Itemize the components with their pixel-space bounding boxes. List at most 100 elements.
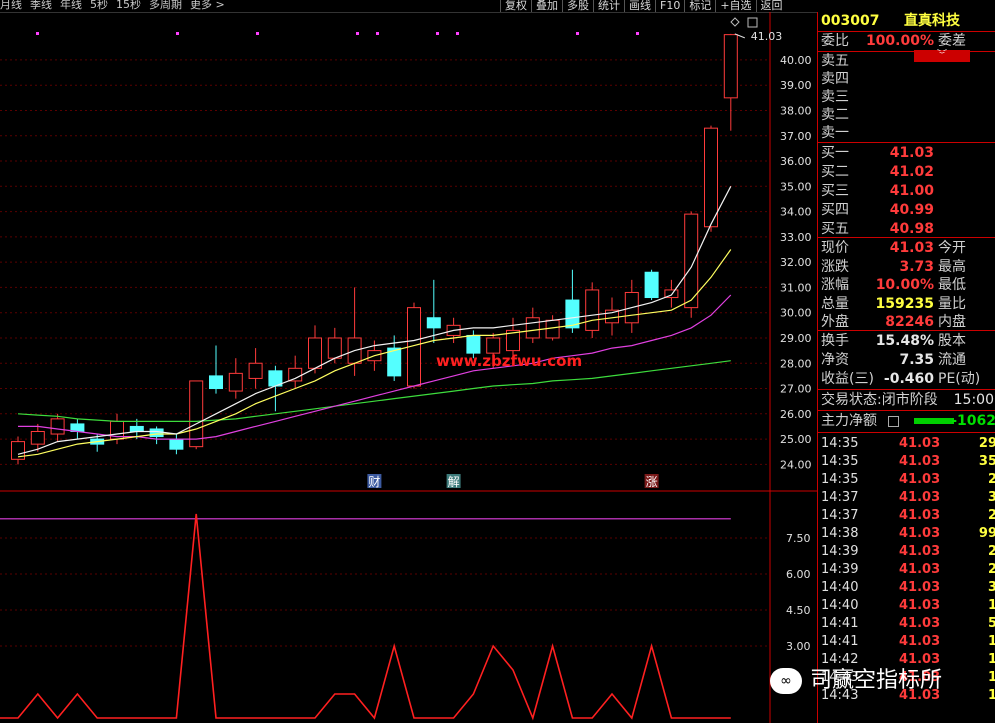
period-tabs: 月线 季线 年线 5秒 15秒 多周期 更多 >: [0, 0, 233, 11]
signal-dot: [176, 32, 179, 35]
stat-label-2: 今开: [938, 240, 966, 256]
signal-dot: [436, 32, 439, 35]
stock-name: 直真科技: [904, 13, 960, 29]
candle-body: [50, 418, 65, 435]
tick-price: 41.03: [899, 526, 941, 541]
price-tick-label: 33.00: [780, 231, 812, 244]
tick-row: 14:40 41.03 3: [821, 579, 995, 597]
tick-row: 14:40 41.03 1: [821, 597, 995, 615]
overlay-button[interactable]: 叠加: [531, 0, 562, 12]
sell-level-label: 卖四: [821, 71, 849, 87]
weibi-value: 100.00%: [865, 33, 934, 49]
candle-body: [129, 425, 144, 433]
mark-button[interactable]: 标记: [684, 0, 715, 12]
sell-level-label: 卖三: [821, 89, 849, 105]
candle-body: [169, 438, 184, 450]
grid-icon[interactable]: [888, 416, 899, 427]
stat-label: 收益(三): [821, 371, 874, 387]
stat-value: 41.03: [889, 240, 934, 256]
stats-button[interactable]: 统计: [593, 0, 624, 12]
price-tick-label: 40.00: [780, 54, 812, 67]
signal-dot: [36, 32, 39, 35]
watermark: ∞ 司赢空指标所: [770, 662, 942, 694]
tick-time: 14:41: [821, 616, 859, 631]
last-price-label: 41.03: [751, 30, 783, 43]
watermark-text: 司赢空指标所: [810, 668, 943, 693]
tick-time: 14:40: [821, 580, 859, 595]
tick-price: 41.03: [899, 508, 941, 523]
fuquan-button[interactable]: 复权: [500, 0, 531, 12]
event-marker-label: 解: [448, 475, 460, 489]
tick-price: 41.03: [899, 544, 941, 559]
candle-body: [288, 367, 303, 382]
tick-volume: 2: [987, 562, 995, 577]
buy-level-price: 41.03: [889, 145, 934, 161]
tick-price: 41.03: [899, 454, 941, 469]
candle-body: [486, 337, 501, 354]
tick-row: 14:39 41.03 2: [821, 561, 995, 579]
net-flow-bar: [914, 418, 954, 424]
indicator-line: [0, 513, 731, 721]
price-tick-label: 24.00: [780, 458, 812, 471]
candle-body: [426, 317, 441, 329]
tick-row: 14:38 41.03 99: [821, 525, 995, 543]
indicator-tick-label: 6.00: [786, 568, 811, 581]
event-marker-label: 财: [368, 475, 380, 489]
candle-body: [545, 319, 560, 339]
tab-5s[interactable]: 5秒: [90, 0, 108, 11]
quote-panel: 003007 直真科技 委比 100.00% 委差 ︾ 卖五 卖四 卖三 卖二 卖一 买…: [817, 12, 995, 723]
tick-volume: 99: [978, 526, 995, 541]
tab-more[interactable]: 更多 >: [190, 0, 225, 11]
stat-label-2: 最高: [938, 258, 966, 275]
tab-month[interactable]: 月线: [0, 0, 22, 11]
tick-volume: 2: [987, 508, 995, 523]
trade-status: 交易状态:闭市阶段: [821, 392, 938, 408]
price-tick-label: 38.00: [780, 104, 812, 117]
candle-body: [30, 431, 45, 445]
sell-level-label: 卖五: [821, 53, 849, 69]
tab-quarter[interactable]: 季线: [30, 0, 52, 11]
tab-multi-period[interactable]: 多周期: [149, 0, 182, 11]
candle-body: [209, 375, 223, 390]
stat-value: 15.48%: [875, 333, 934, 349]
main-net-value: -1062: [951, 413, 995, 429]
back-button[interactable]: 返回: [755, 0, 787, 12]
add-watchlist-button[interactable]: +自选: [715, 0, 755, 12]
tick-time: 14:38: [821, 526, 859, 541]
sell-level-label: 卖二: [821, 107, 849, 123]
price-tick-label: 39.00: [780, 79, 812, 92]
tick-time: 14:37: [821, 508, 859, 523]
stat-label: 净资: [821, 352, 849, 368]
toolbar-buttons: 复权 叠加 多股 统计 画线 F10 标记 +自选 返回: [500, 0, 787, 12]
multi-stock-button[interactable]: 多股: [562, 0, 593, 12]
tick-volume: 1: [987, 688, 995, 703]
tick-time: 14:39: [821, 544, 859, 559]
f10-button[interactable]: F10: [655, 0, 684, 12]
price-tick-label: 31.00: [780, 281, 812, 294]
tick-row: 14:35 41.03 29: [821, 435, 995, 453]
tick-price: 41.03: [899, 580, 941, 595]
window-icon: [747, 17, 758, 28]
candle-body: [684, 213, 699, 309]
tab-15s[interactable]: 15秒: [116, 0, 141, 11]
buy-level-price: 40.99: [889, 202, 934, 218]
stat-value: 7.35: [899, 352, 934, 368]
stat-label: 现价: [821, 240, 849, 256]
buy-level-label: 买二: [821, 164, 849, 180]
stat-label: 换手: [821, 333, 849, 349]
stat-label-2: 内盘: [938, 314, 966, 330]
stat-value: -0.460: [883, 371, 934, 387]
tick-volume: 29: [978, 436, 995, 451]
candle-body: [228, 372, 243, 392]
tick-time: 14:39: [821, 562, 859, 577]
stock-code: 003007: [821, 13, 880, 29]
tab-year[interactable]: 年线: [60, 0, 82, 11]
draw-line-button[interactable]: 画线: [624, 0, 655, 12]
price-tick-label: 26.00: [780, 408, 812, 421]
price-tick-label: 27.00: [780, 383, 812, 396]
kline-chart[interactable]: 40.00 39.00 38.00 37.00 36.00 35.00 34.00 33.00…: [0, 12, 817, 723]
main-net-label: 主力净额: [821, 413, 877, 429]
tick-volume: 2: [987, 544, 995, 559]
sell-level-label: 卖一: [821, 125, 849, 141]
event-marker-label: 涨: [646, 474, 658, 489]
